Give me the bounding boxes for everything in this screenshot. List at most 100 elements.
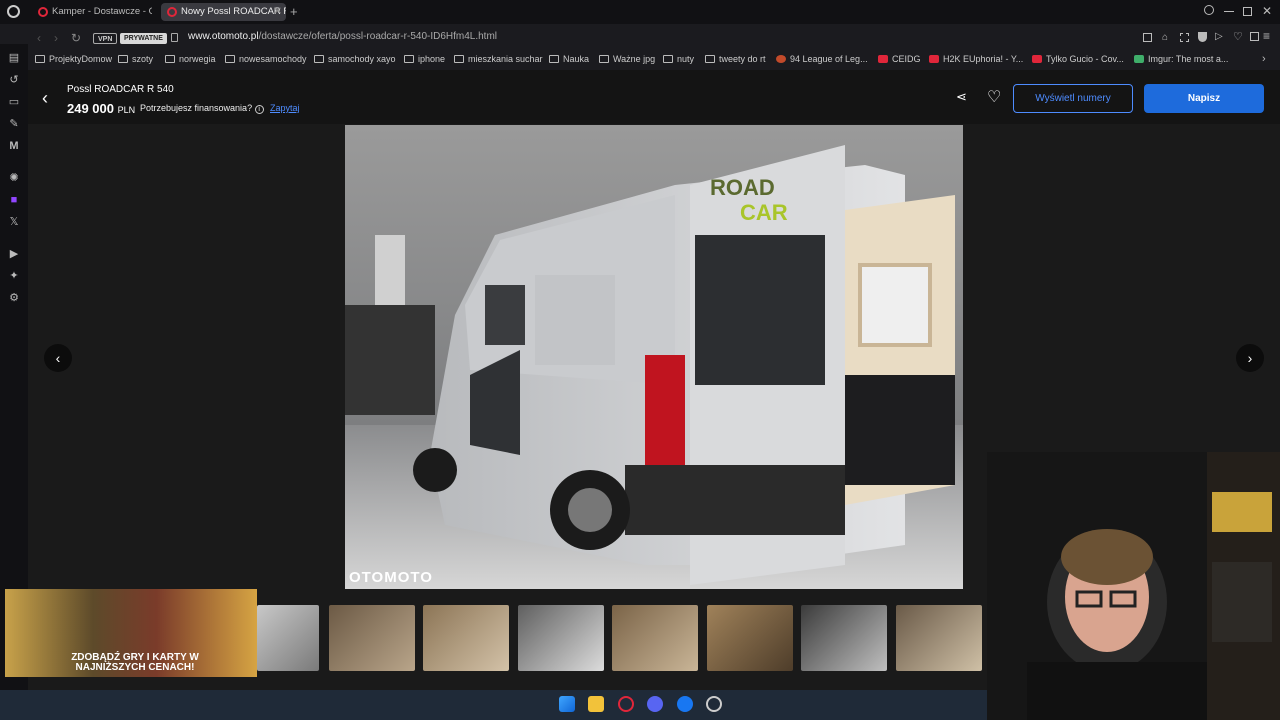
bookmark-item[interactable]: iphone (404, 54, 445, 64)
send-icon[interactable]: ▷ (1215, 31, 1223, 42)
gallery-thumbnail[interactable] (801, 605, 887, 671)
address-bar: ‹ › ↻ VPN PRYWATNE www.otomoto.pl/dostaw… (0, 24, 1280, 52)
tab-possl[interactable]: Nowy Possl ROADCAR R 5 ✕ (161, 3, 286, 21)
bookmark-item[interactable]: H2K EUphoria! - Y... (929, 54, 1023, 64)
restore-icon[interactable] (1243, 7, 1252, 16)
close-tab-icon[interactable]: ✕ (274, 3, 282, 21)
x-twitter-icon[interactable]: 𝕏 (8, 216, 20, 228)
bookmark-label: tweety do rt (719, 54, 766, 64)
write-message-button[interactable]: Napisz (1144, 84, 1264, 113)
private-badge: PRYWATNE (120, 33, 167, 44)
reader-icon[interactable] (1143, 33, 1152, 42)
player-icon[interactable]: ▶ (8, 248, 20, 260)
menu-icon[interactable]: ≡ (1263, 29, 1270, 43)
back-icon[interactable]: ‹ (37, 31, 41, 45)
ceidg-icon (878, 55, 888, 63)
bookmark-label: szoty (132, 54, 154, 64)
webcam-overlay (987, 452, 1280, 720)
gallery-thumbnail[interactable] (257, 605, 319, 671)
gallery-thumbnail[interactable] (518, 605, 604, 671)
bookmark-item[interactable]: Nauka (549, 54, 589, 64)
gallery-thumbnail[interactable] (423, 605, 509, 671)
extensions-icon[interactable]: ✦ (8, 270, 20, 282)
gallery-next-button[interactable]: › (1236, 344, 1264, 372)
ask-link[interactable]: Zapytaj (270, 103, 300, 113)
opera-logo-icon[interactable] (7, 5, 20, 18)
bookmark-label: mieszkania suchar (468, 54, 543, 64)
gallery-thumbnail[interactable] (612, 605, 698, 671)
bookmark-item[interactable]: tweety do rt (705, 54, 766, 64)
bookmark-label: iphone (418, 54, 446, 64)
bookmark-item[interactable]: mieszkania suchar (454, 54, 543, 64)
folder-icon (404, 55, 414, 63)
bookmark-item[interactable]: CEIDG (878, 54, 921, 64)
notes-icon[interactable]: ✎ (8, 118, 20, 130)
app-icon[interactable] (706, 696, 722, 712)
snapshot-icon[interactable] (1180, 33, 1189, 42)
folder-icon (35, 55, 45, 63)
van-photo: ROAD CAR (345, 125, 963, 589)
bookmarks-overflow-icon[interactable]: › (1262, 53, 1266, 65)
wallet-sidebar-icon[interactable]: ▭ (8, 96, 20, 108)
back-arrow-icon[interactable]: ‹ (42, 88, 48, 109)
history-icon[interactable]: ↺ (8, 74, 20, 86)
wallet-icon[interactable] (1250, 32, 1259, 41)
bookmark-label: H2K EUphoria! - Y... (943, 54, 1024, 64)
bookmark-item[interactable]: nuty (663, 54, 694, 64)
file-explorer-icon[interactable] (588, 696, 604, 712)
gallery-prev-button[interactable]: ‹ (44, 344, 72, 372)
gallery-thumbnail[interactable] (896, 605, 982, 671)
folder-icon (314, 55, 324, 63)
heart-icon[interactable]: ♡ (1233, 30, 1243, 43)
bookmark-label: CEIDG (892, 54, 921, 64)
info-icon[interactable]: i (254, 105, 264, 114)
pin-icon[interactable]: ⌂ (1162, 32, 1168, 43)
advertisement-banner[interactable]: ZDOBĄDŹ GRY I KARTY W NAJNIŻSZYCH CENACH… (5, 589, 257, 677)
close-window-icon[interactable]: ✕ (1262, 4, 1272, 18)
minimize-icon[interactable] (1224, 11, 1234, 12)
gallery-thumbnail[interactable] (329, 605, 415, 671)
opera-taskbar-icon[interactable] (618, 696, 634, 712)
facebook-icon[interactable] (677, 696, 693, 712)
speed-dial-icon[interactable]: ▤ (8, 52, 20, 64)
imgur-icon (1134, 55, 1144, 63)
bookmark-label: samochody xayo (328, 54, 396, 64)
windows-start-icon[interactable] (559, 696, 575, 712)
show-numbers-button[interactable]: Wyświetl numery (1013, 84, 1133, 113)
opera-favicon-icon (167, 7, 177, 17)
favorite-heart-icon[interactable]: ♡ (987, 87, 1001, 107)
bookmark-item[interactable]: norwegia (165, 54, 216, 64)
bookmark-item[interactable]: samochody xayo (314, 54, 396, 64)
share-icon[interactable]: ⋖ (956, 89, 967, 105)
vpn-badge[interactable]: VPN (93, 33, 118, 44)
twitch-icon[interactable]: ■ (8, 194, 20, 206)
new-tab-button[interactable]: + (290, 4, 298, 19)
bookmark-item[interactable]: Tylko Gucio - Cov... (1032, 54, 1124, 64)
gallery-main-photo[interactable]: ROAD CAR OTOMOTO (345, 125, 963, 589)
folder-icon (165, 55, 175, 63)
bookmark-item[interactable]: Ważne jpg (599, 54, 655, 64)
bookmark-item[interactable]: nowesamochody (225, 54, 307, 64)
lock-icon[interactable] (171, 33, 178, 42)
gallery-thumbnail[interactable] (707, 605, 793, 671)
price-value: 249 000 (67, 101, 114, 116)
messenger-icon[interactable]: M (8, 140, 20, 152)
reload-icon[interactable]: ↻ (71, 31, 81, 45)
streamer-webcam (987, 452, 1280, 720)
chatgpt-icon[interactable]: ✺ (8, 172, 20, 184)
settings-icon[interactable]: ⚙ (8, 292, 20, 304)
search-tabs-icon[interactable] (1204, 5, 1214, 15)
adblock-icon[interactable] (1198, 32, 1207, 42)
url-field[interactable]: www.otomoto.pl/dostawcze/oferta/possl-ro… (188, 31, 497, 42)
bookmark-item[interactable]: ProjektyDomow (35, 54, 112, 64)
discord-icon[interactable] (647, 696, 663, 712)
tab-kamper[interactable]: Kamper - Dostawcze - Oto (32, 3, 152, 21)
financing-question: Potrzebujesz finansowania? i (140, 103, 264, 114)
bookmark-item[interactable]: Imgur: The most a... (1134, 54, 1228, 64)
bookmark-label: norwegia (179, 54, 216, 64)
bookmark-item[interactable]: szoty (118, 54, 153, 64)
forward-icon[interactable]: › (54, 31, 58, 45)
folder-icon (599, 55, 609, 63)
bookmark-item[interactable]: 94 League of Leg... (776, 54, 868, 64)
listing-header: ‹ Possl ROADCAR R 540 249 000 PLN Potrze… (28, 70, 1280, 124)
